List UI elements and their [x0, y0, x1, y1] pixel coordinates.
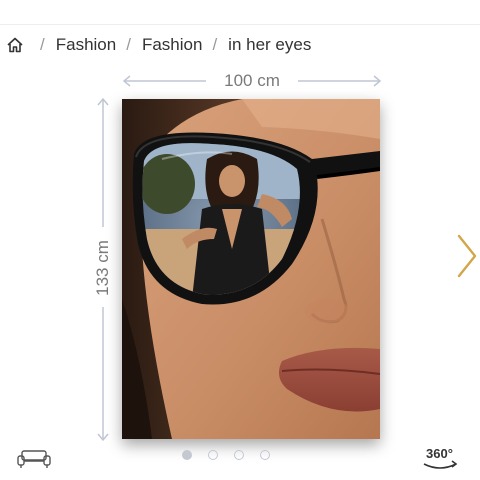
- carousel-dot-3[interactable]: [234, 450, 244, 460]
- carousel-pagination: [182, 450, 270, 460]
- home-icon[interactable]: [6, 36, 24, 54]
- artwork-image[interactable]: [122, 99, 380, 439]
- breadcrumb: / Fashion / Fashion / in her eyes: [6, 33, 311, 57]
- width-label: 100 cm: [224, 71, 280, 90]
- breadcrumb-separator: /: [126, 35, 131, 54]
- height-label: 133 cm: [93, 240, 112, 296]
- breadcrumb-item-current: in her eyes: [228, 35, 312, 54]
- product-viewer: / Fashion / Fashion / in her eyes 100 cm…: [0, 0, 480, 480]
- carousel-dot-2[interactable]: [208, 450, 218, 460]
- carousel-dot-1[interactable]: [182, 450, 192, 460]
- height-dimension: 133 cm: [92, 97, 114, 442]
- width-dimension: 100 cm: [122, 70, 382, 92]
- breadcrumb-separator: /: [40, 35, 45, 54]
- breadcrumb-item-fashion[interactable]: Fashion: [56, 35, 116, 55]
- view-360-button[interactable]: 360°: [420, 444, 460, 474]
- breadcrumb-separator: /: [212, 35, 218, 54]
- rotate-360-icon: [423, 460, 458, 469]
- chevron-right-icon[interactable]: [455, 233, 479, 279]
- carousel-dot-4[interactable]: [260, 450, 270, 460]
- sofa-icon[interactable]: [16, 448, 52, 470]
- top-divider: [0, 24, 480, 25]
- breadcrumb-item-fashion-sub[interactable]: Fashion: [142, 35, 202, 55]
